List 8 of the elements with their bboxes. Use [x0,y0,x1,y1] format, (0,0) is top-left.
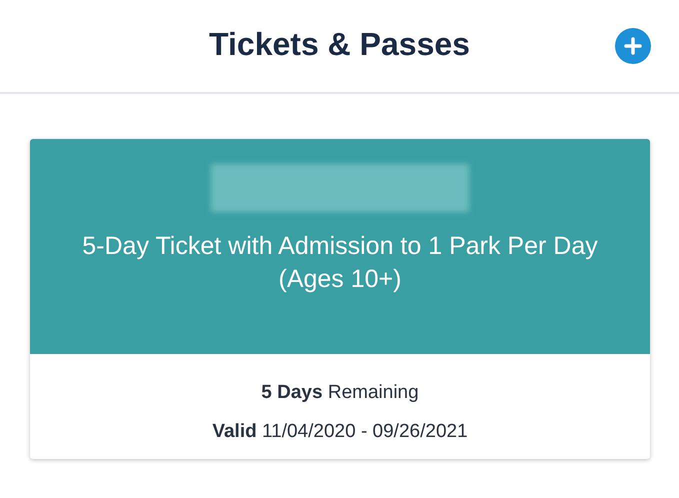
page-title: Tickets & Passes [209,25,470,64]
validity-dates: Valid 11/04/2020 - 09/26/2021 [212,420,468,444]
days-remaining: 5 Days Remaining [261,381,419,405]
ticket-name: 5-Day Ticket with Admission to 1 Park Per Day [81,231,599,262]
plus-icon [624,37,642,55]
add-button[interactable] [615,28,651,64]
ticket-card[interactable]: 5-Day Ticket with Admission to 1 Park Per Day (Ages 10+) 5 Days Remaining Valid 11/04/2020 - 09/26/2021 [30,139,650,459]
ticket-ages: (Ages 10+) [278,264,402,295]
